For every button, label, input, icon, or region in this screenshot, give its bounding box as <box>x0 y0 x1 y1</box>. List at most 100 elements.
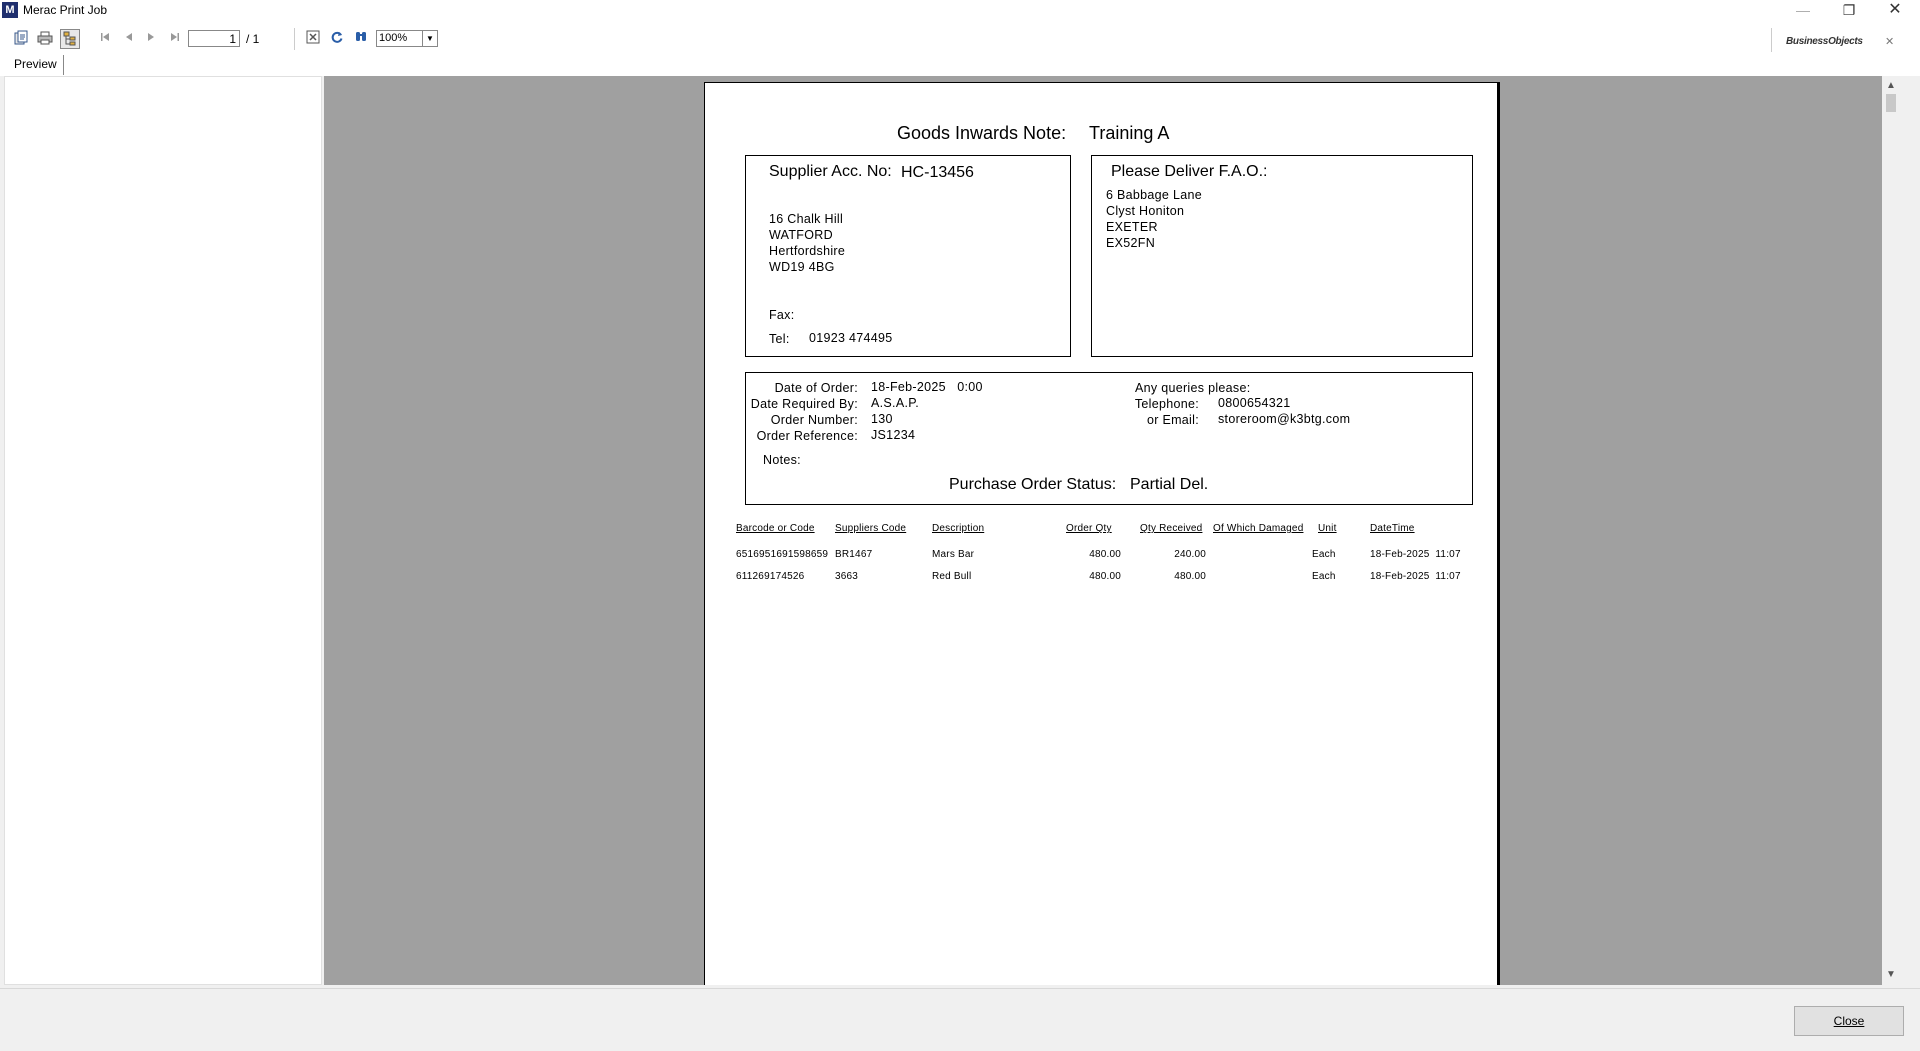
supplier-address-line: Hertfordshire <box>769 244 846 258</box>
maximize-button[interactable]: ❐ <box>1826 0 1872 22</box>
tab-bar: Preview <box>0 54 1920 76</box>
report-page: Goods Inwards Note: Training A Supplier … <box>704 82 1500 985</box>
previous-page-icon <box>126 33 132 41</box>
close-tab-icon[interactable]: ✕ <box>1885 35 1894 48</box>
supplier-acc-label: Supplier Acc. No: <box>769 163 892 180</box>
refresh-button[interactable] <box>328 30 346 48</box>
supplier-address-line: WATFORD <box>769 228 833 242</box>
supplier-acc-value: HC-13456 <box>901 164 974 181</box>
queries-label: Any queries please: <box>1135 381 1251 395</box>
deliver-address-line: Clyst Honiton <box>1106 204 1185 218</box>
date-required-value: A.S.A.P. <box>871 396 920 410</box>
column-header-datetime: DateTime <box>1370 523 1415 534</box>
heading-value: Training A <box>1089 123 1170 143</box>
cell-unit: Each <box>1312 571 1336 582</box>
date-required-label: Date Required By: <box>750 397 858 411</box>
print-icon <box>37 31 53 45</box>
column-header-qty-received: Qty Received <box>1140 523 1203 534</box>
toolbar-separator <box>294 28 295 50</box>
column-header-suppliers-code: Suppliers Code <box>835 523 907 534</box>
previous-page-button[interactable] <box>120 30 138 48</box>
search-button[interactable] <box>352 30 370 48</box>
vertical-scrollbar[interactable]: ▲ ▼ <box>1882 76 1900 985</box>
column-header-description: Description <box>932 523 985 534</box>
date-of-order-label: Date of Order: <box>774 381 858 395</box>
app-icon: M <box>2 2 18 18</box>
tab-preview[interactable]: Preview <box>8 55 64 75</box>
deliver-title: Please Deliver F.A.O.: <box>1111 163 1268 180</box>
zoom-select[interactable]: 100% ▼ <box>376 30 438 47</box>
cell-datetime: 18-Feb-2025 11:07 <box>1370 571 1461 582</box>
order-details-box: Date of Order: 18-Feb-2025 0:00 Date Req… <box>745 372 1473 505</box>
group-tree-panel[interactable] <box>4 76 322 985</box>
scrollbar-thumb[interactable] <box>1886 94 1896 112</box>
group-tree-icon <box>63 31 76 46</box>
column-header-barcode: Barcode or Code <box>736 523 815 534</box>
chevron-down-icon[interactable]: ▼ <box>422 31 437 46</box>
page-number-input[interactable] <box>188 30 240 47</box>
page-total: / 1 <box>246 32 260 46</box>
order-status-label: Purchase Order Status: <box>949 476 1117 493</box>
order-number-value: 130 <box>871 412 893 426</box>
footer-bar: Close <box>0 988 1920 1051</box>
report-preview-area[interactable]: Goods Inwards Note: Training A Supplier … <box>324 76 1882 985</box>
refresh-icon <box>331 31 343 43</box>
deliver-address-line: EXETER <box>1106 220 1158 234</box>
first-page-button[interactable] <box>96 30 114 48</box>
supplier-address-line: 16 Chalk Hill <box>769 212 844 226</box>
scroll-up-icon[interactable]: ▲ <box>1882 78 1900 94</box>
cell-description: Mars Bar <box>932 549 975 560</box>
order-reference-value: JS1234 <box>871 428 916 442</box>
deliver-address-line: EX52FN <box>1106 236 1156 250</box>
email-label: or Email: <box>1146 413 1199 427</box>
cell-barcode: 611269174526 <box>736 571 805 582</box>
heading-label: Goods Inwards Note: <box>897 123 1067 143</box>
order-reference-label: Order Reference: <box>756 429 858 443</box>
export-icon <box>14 30 28 45</box>
supplier-address-line: WD19 4BG <box>769 260 835 274</box>
telephone-label: Telephone: <box>1134 397 1199 411</box>
title-bar: M Merac Print Job — ❐ ✕ <box>0 0 1920 22</box>
close-button[interactable]: Close <box>1794 1006 1904 1036</box>
window-title: Merac Print Job <box>23 3 108 17</box>
cell-datetime: 18-Feb-2025 11:07 <box>1370 549 1461 560</box>
cell-barcode: 6516951691598659 <box>736 549 829 560</box>
first-page-icon <box>101 33 109 41</box>
businessobjects-logo: BusinessObjects <box>1786 36 1863 47</box>
next-page-icon <box>148 33 154 41</box>
export-button[interactable] <box>12 30 30 48</box>
supplier-box: Supplier Acc. No: HC-13456 16 Chalk Hill… <box>745 155 1071 357</box>
next-page-button[interactable] <box>142 30 160 48</box>
column-header-damaged: Of Which Damaged <box>1213 523 1304 534</box>
stop-icon <box>306 30 320 44</box>
supplier-tel-label: Tel: <box>769 332 790 346</box>
column-header-order-qty: Order Qty <box>1066 523 1112 534</box>
scroll-down-icon[interactable]: ▼ <box>1882 967 1900 983</box>
cell-suppliers-code: 3663 <box>835 571 859 582</box>
supplier-tel-value: 01923 474495 <box>809 331 893 345</box>
stop-button[interactable] <box>304 30 322 48</box>
cell-qty-received: 240.00 <box>1174 549 1206 560</box>
cell-description: Red Bull <box>932 571 972 582</box>
date-of-order-value: 18-Feb-2025 0:00 <box>871 380 983 394</box>
close-window-button[interactable]: ✕ <box>1872 0 1918 22</box>
email-value: storeroom@k3btg.com <box>1218 412 1351 426</box>
order-number-label: Order Number: <box>770 413 858 427</box>
last-page-button[interactable] <box>166 30 184 48</box>
toolbar-separator <box>1771 28 1772 52</box>
cell-order-qty: 480.00 <box>1089 571 1121 582</box>
column-header-unit: Unit <box>1318 523 1337 534</box>
cell-qty-received: 480.00 <box>1174 571 1206 582</box>
cell-suppliers-code: BR1467 <box>835 549 873 560</box>
deliver-box: Please Deliver F.A.O.: 6 Babbage Lane Cl… <box>1091 155 1473 357</box>
order-status-value: Partial Del. <box>1130 476 1209 493</box>
cell-order-qty: 480.00 <box>1089 549 1121 560</box>
toolbar: / 1 100% ▼ BusinessObjects ✕ <box>0 22 1920 54</box>
supplier-fax-label: Fax: <box>769 308 795 322</box>
zoom-value: 100% <box>379 32 408 44</box>
group-tree-toggle[interactable] <box>60 29 80 49</box>
print-button[interactable] <box>36 30 54 48</box>
notes-label: Notes: <box>763 453 801 467</box>
minimize-button[interactable]: — <box>1780 0 1826 22</box>
search-icon <box>356 32 366 41</box>
